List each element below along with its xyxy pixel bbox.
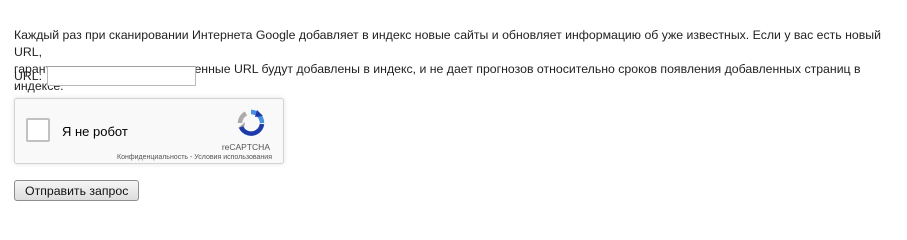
- recaptcha-links: Конфиденциальность - Условия использован…: [117, 154, 272, 161]
- url-label: URL:: [14, 69, 43, 83]
- recaptcha-privacy-link[interactable]: Конфиденциальность: [117, 154, 188, 161]
- recaptcha-brand: reCAPTCHA: [221, 142, 270, 152]
- url-row: URL:: [14, 66, 197, 86]
- recaptcha-checkbox[interactable]: [26, 118, 50, 142]
- intro-line-1: Каждый раз при сканировании Интернета Go…: [14, 28, 881, 59]
- recaptcha-widget: Я не робот reCAPTCHA Конфиденциальность …: [14, 98, 284, 164]
- recaptcha-logo-icon: [237, 109, 265, 136]
- recaptcha-label: Я не робот: [62, 124, 128, 139]
- url-input[interactable]: [47, 66, 197, 86]
- recaptcha-terms-link[interactable]: Условия использования: [194, 154, 272, 161]
- submit-request-button[interactable]: Отправить запрос: [14, 180, 140, 201]
